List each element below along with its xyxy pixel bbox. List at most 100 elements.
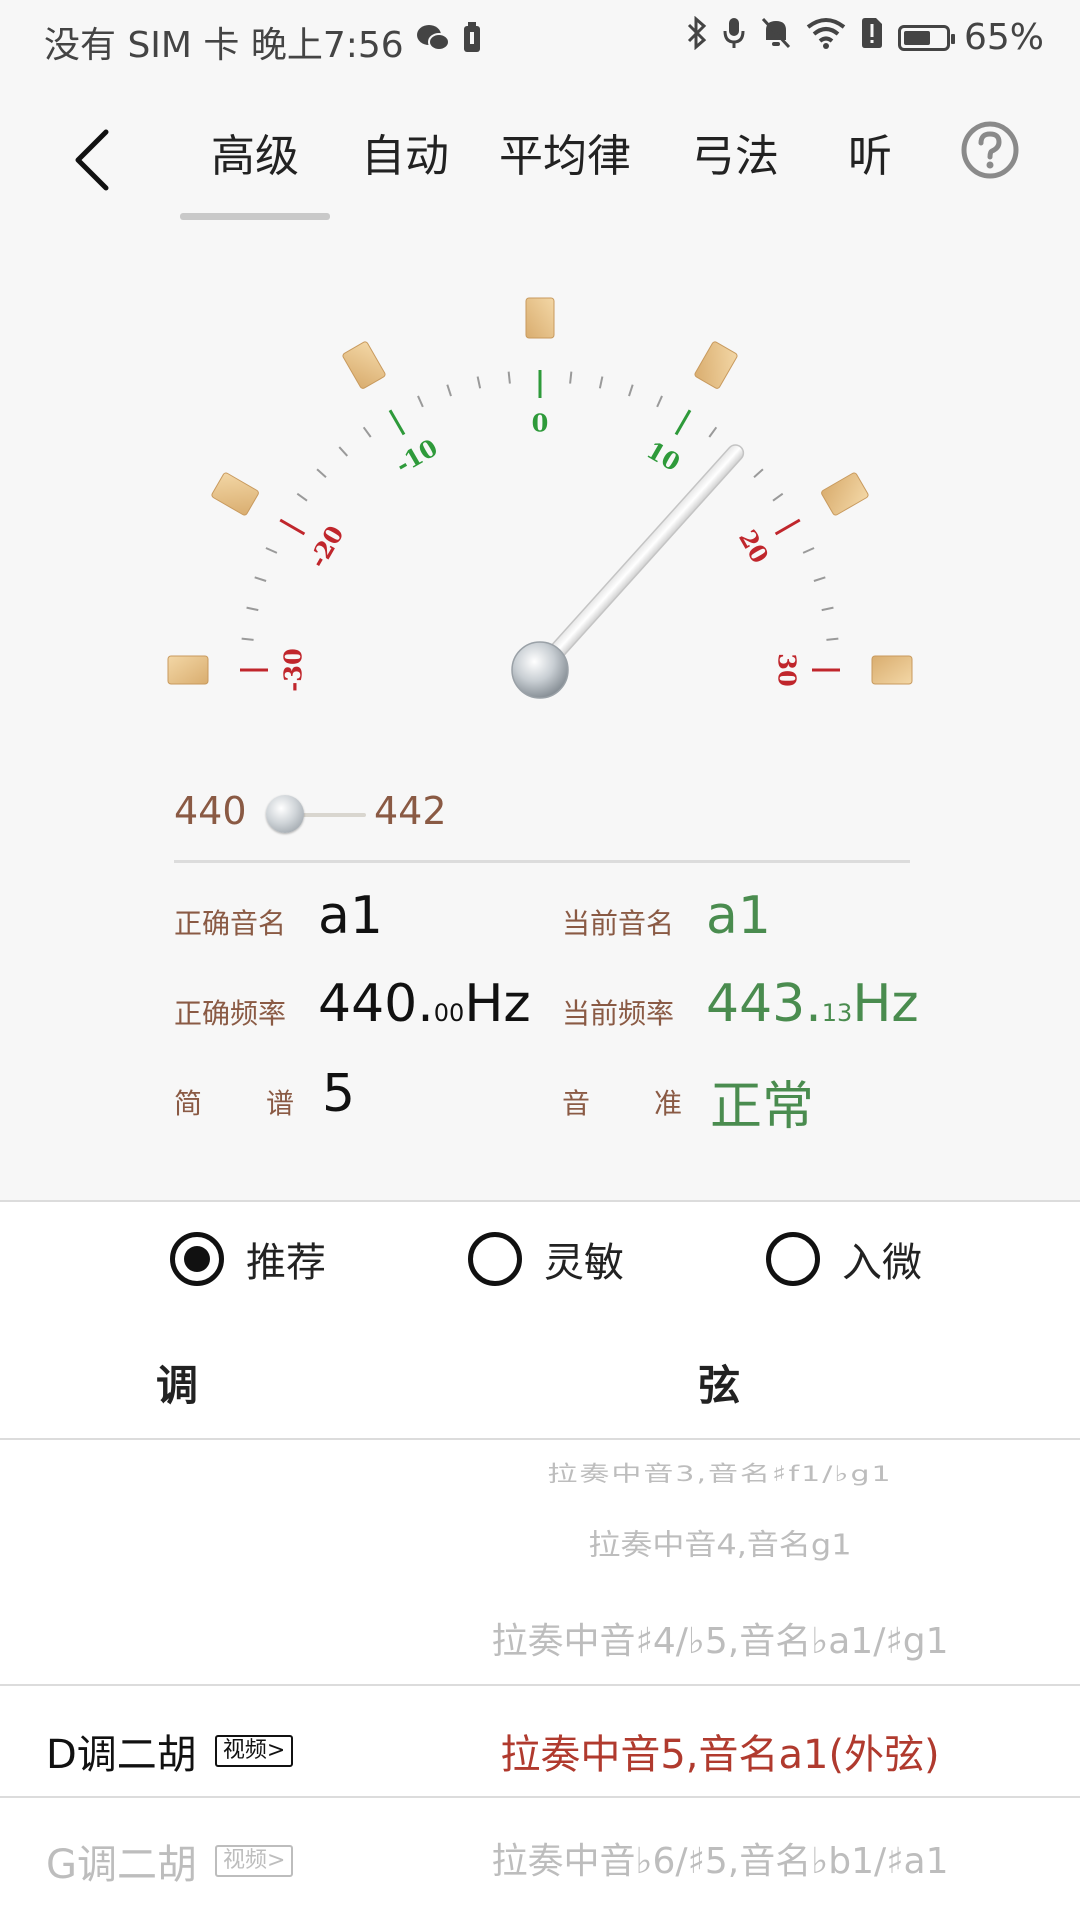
minor-tick xyxy=(821,606,834,612)
jianpu-label: 简 xyxy=(174,1082,202,1122)
picker-header: 调 弦 xyxy=(0,1320,1080,1440)
pitch-label-2: 准 xyxy=(654,1082,682,1122)
scale-label: -30 xyxy=(279,648,308,691)
help-button[interactable] xyxy=(960,120,1020,180)
key-text: G调二胡 xyxy=(46,1842,197,1888)
current-note-label: 当前音名 xyxy=(562,907,675,940)
pitch-label-b: 准 xyxy=(654,1087,683,1120)
current-frequency-value: 443.13Hz xyxy=(706,974,919,1034)
radio-circle-sensitive[interactable] xyxy=(468,1232,522,1286)
pitch-label: 音 xyxy=(562,1082,590,1122)
reference-frequency-slider[interactable]: 440 442 xyxy=(174,785,914,845)
correct-frequency: 正确频率 xyxy=(174,992,286,1032)
active-tab-indicator xyxy=(180,213,330,220)
tab-listen[interactable]: 听 xyxy=(820,100,920,204)
correct-note-name: 正确音名 xyxy=(174,902,286,942)
correct-frequency-int: 440. xyxy=(318,974,434,1034)
minor-tick xyxy=(362,426,372,438)
radio-recommended[interactable]: 推荐 xyxy=(170,1230,326,1288)
slider-knob[interactable] xyxy=(266,795,304,833)
minor-tick xyxy=(476,376,482,389)
list-item-selected[interactable]: D调二胡 视频> 拉奏中音5,音名a1(外弦) xyxy=(0,1722,1080,1782)
string-text: 拉奏中音4,音名g1 xyxy=(588,1527,852,1562)
minor-tick xyxy=(656,395,663,408)
key-label: G调二胡 视频> xyxy=(46,1832,294,1890)
column-key: 调 xyxy=(156,1361,199,1410)
current-frequency-int: 443. xyxy=(706,974,822,1034)
correct-frequency-number: 440.00Hz xyxy=(318,974,531,1034)
list-item[interactable]: 拉奏中音3,音名♯f1/♭g1 xyxy=(0,1456,1080,1487)
radio-circle-recommended[interactable] xyxy=(170,1232,224,1286)
needle-hub xyxy=(511,641,569,699)
help-icon xyxy=(961,121,1019,179)
scale-marker-block xyxy=(167,655,209,685)
list-item[interactable]: 拉奏中音4,音名g1 xyxy=(0,1520,1080,1580)
mute-icon xyxy=(760,16,792,59)
major-tick xyxy=(279,518,306,536)
key-text: D调二胡 xyxy=(46,1732,197,1778)
video-badge[interactable]: 视频> xyxy=(215,1845,294,1877)
divider xyxy=(174,860,910,863)
minor-tick xyxy=(246,606,259,612)
jianpu-label-b: 谱 xyxy=(266,1087,295,1120)
minor-tick xyxy=(628,384,634,397)
tuning-gauge: -30 -20 -10 0 10 20 30 xyxy=(0,270,1080,740)
key-label: D调二胡 视频> xyxy=(46,1722,294,1780)
minor-tick xyxy=(802,547,815,554)
current-frequency-label: 当前频率 xyxy=(562,997,675,1030)
string-picker[interactable]: 拉奏中音3,音名♯f1/♭g1 拉奏中音4,音名g1 拉奏中音♯4/♭5,音名♭… xyxy=(0,1440,1080,1920)
bluetooth-icon xyxy=(686,15,708,59)
correct-note-label: 正确音名 xyxy=(174,907,287,940)
current-frequency-dec: 13 xyxy=(821,999,853,1027)
chevron-left-icon xyxy=(75,129,109,191)
jianpu-label-a: 简 xyxy=(174,1087,203,1120)
reference-high-label: 442 xyxy=(374,789,447,833)
string-text: 拉奏中音♯4/♭5,音名♭a1/♯g1 xyxy=(491,1621,949,1662)
minor-tick xyxy=(507,371,511,384)
video-badge[interactable]: 视频> xyxy=(214,1735,294,1767)
major-tick xyxy=(774,518,801,536)
mode-tabs: 高级 自动 平均律 弓法 听 xyxy=(180,100,920,204)
battery-saver-icon xyxy=(462,21,482,63)
status-bar: 没有 SIM 卡 晚上7:56 65% xyxy=(0,0,1080,76)
pitch-status-wrap: 正常 xyxy=(710,1064,814,1139)
jianpu-label-2: 谱 xyxy=(266,1082,294,1122)
scale-label: 30 xyxy=(773,653,802,686)
minor-tick xyxy=(296,492,308,502)
major-tick xyxy=(388,409,406,436)
major-tick xyxy=(674,409,692,436)
selection-line-bottom xyxy=(0,1796,1080,1798)
current-frequency-number: 443.13Hz xyxy=(706,974,919,1034)
tab-advanced[interactable]: 高级 xyxy=(180,100,330,204)
minor-tick xyxy=(254,576,267,582)
reference-low-label: 440 xyxy=(174,789,247,833)
radio-circle-subtle[interactable] xyxy=(766,1232,820,1286)
mic-icon xyxy=(722,16,746,59)
pitch-status-value: 正常 xyxy=(710,1077,815,1137)
list-item[interactable]: 拉奏中音♯4/♭5,音名♭a1/♯g1 xyxy=(0,1612,1080,1672)
minor-tick xyxy=(446,384,452,397)
battery-percent: 65% xyxy=(963,17,1044,58)
string-text: 拉奏中音3,音名♯f1/♭g1 xyxy=(547,1461,893,1487)
minor-tick xyxy=(265,547,278,554)
scale-label: 0 xyxy=(532,409,549,438)
tab-bowing[interactable]: 弓法 xyxy=(650,100,820,204)
tab-auto[interactable]: 自动 xyxy=(330,100,480,204)
string-text: 拉奏中音5,音名a1(外弦) xyxy=(500,1732,940,1778)
back-button[interactable] xyxy=(64,120,124,200)
list-item[interactable]: G调二胡 视频> 拉奏中音♭6/♯5,音名♭b1/♯a1 xyxy=(0,1832,1080,1892)
string-text: 拉奏中音♭6/♯5,音名♭b1/♯a1 xyxy=(491,1841,949,1882)
minor-tick xyxy=(826,637,839,641)
scale-marker-block xyxy=(525,297,555,339)
scale-label: 20 xyxy=(733,525,775,568)
wechat-icon xyxy=(416,22,450,62)
battery-icon xyxy=(897,24,955,51)
correct-frequency-unit: Hz xyxy=(464,974,531,1034)
minor-tick xyxy=(569,371,573,384)
jianpu-value: 5 xyxy=(322,1064,356,1124)
scale-marker-block xyxy=(821,472,869,516)
current-note-value-wrap: a1 xyxy=(706,886,771,946)
radio-sensitive[interactable]: 灵敏 xyxy=(468,1230,624,1288)
tab-equal-temperament[interactable]: 平均律 xyxy=(480,100,650,204)
radio-subtle[interactable]: 入微 xyxy=(766,1230,922,1288)
